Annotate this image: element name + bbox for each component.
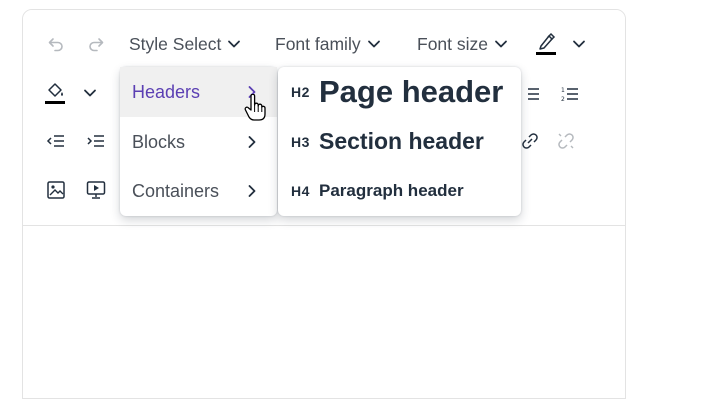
background-color-icon[interactable] xyxy=(41,76,69,110)
outdent-icon[interactable] xyxy=(43,124,69,158)
heading-4-icon: H4 xyxy=(291,183,310,199)
menu-item-label: Headers xyxy=(132,81,201,102)
font-size-label: Font size xyxy=(417,33,488,54)
menu-item-page-header[interactable]: H2 Page header xyxy=(278,67,521,117)
text-color-icon[interactable] xyxy=(533,27,559,61)
chevron-down-icon xyxy=(367,40,380,48)
menu-item-blocks[interactable]: Blocks xyxy=(120,117,277,167)
unlink-icon[interactable] xyxy=(553,124,579,158)
chevron-right-icon xyxy=(248,136,256,148)
menu-item-label: Blocks xyxy=(132,131,186,152)
numbered-list-icon[interactable]: 12 xyxy=(558,77,582,111)
style-select-dropdown[interactable]: Style Select xyxy=(125,27,245,61)
heading-2-icon: H2 xyxy=(291,84,310,100)
chevron-down-icon xyxy=(495,40,507,48)
menu-item-section-header[interactable]: H3 Section header xyxy=(278,117,521,166)
editor-content-area[interactable] xyxy=(23,226,625,398)
bullet-list-icon[interactable] xyxy=(519,77,543,111)
chevron-right-icon xyxy=(248,185,256,197)
undo-icon[interactable] xyxy=(43,27,69,61)
image-icon[interactable] xyxy=(43,173,69,207)
text-color-dropdown[interactable] xyxy=(568,27,590,61)
menu-item-label: Paragraph header xyxy=(319,181,464,200)
indent-icon[interactable] xyxy=(83,124,109,158)
chevron-down-icon xyxy=(573,40,585,48)
headers-submenu: H2 Page header H3 Section header H4 Para… xyxy=(278,67,521,216)
heading-3-icon: H3 xyxy=(291,133,310,150)
chevron-down-icon xyxy=(84,89,96,97)
media-icon[interactable] xyxy=(83,173,109,207)
font-family-label: Font family xyxy=(275,33,361,54)
svg-text:1: 1 xyxy=(561,87,565,94)
style-select-label: Style Select xyxy=(129,33,222,54)
menu-item-label: Page header xyxy=(319,74,504,109)
menu-item-label: Containers xyxy=(132,180,220,201)
menu-item-label: Section header xyxy=(319,128,484,154)
redo-icon[interactable] xyxy=(83,27,109,61)
style-select-menu: Headers Blocks Containers xyxy=(120,67,277,216)
font-family-dropdown[interactable]: Font family xyxy=(271,27,385,61)
hand-cursor-icon xyxy=(244,93,266,122)
svg-text:2: 2 xyxy=(561,96,565,102)
chevron-down-icon xyxy=(228,40,241,48)
menu-item-paragraph-header[interactable]: H4 Paragraph header xyxy=(278,166,521,216)
menu-item-containers[interactable]: Containers xyxy=(120,166,277,216)
font-size-dropdown[interactable]: Font size xyxy=(413,27,512,61)
background-color-dropdown[interactable] xyxy=(79,76,101,110)
